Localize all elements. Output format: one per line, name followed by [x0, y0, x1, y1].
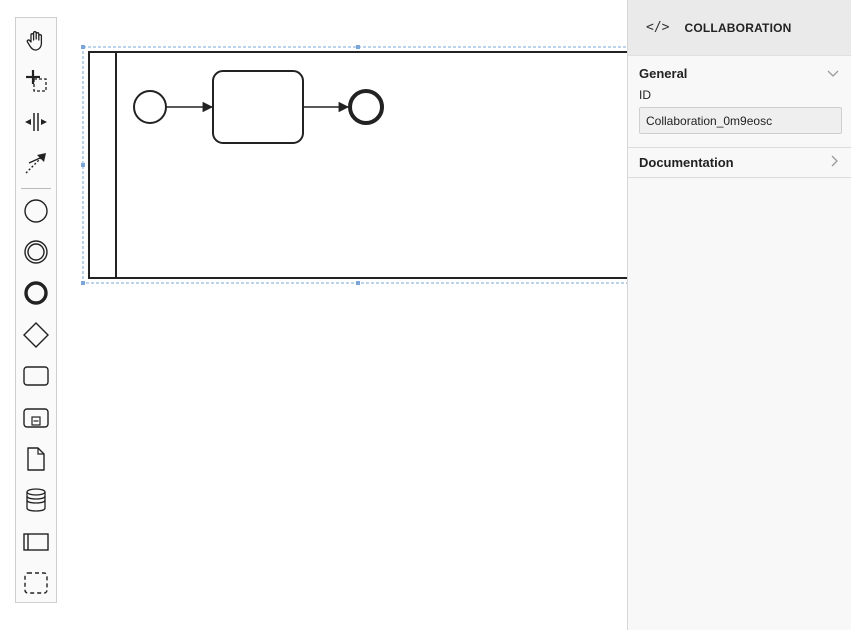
diagram-canvas[interactable] [0, 0, 628, 630]
element-type-label: COLLABORATION [684, 20, 792, 35]
bpmn-diagram [81, 45, 628, 285]
properties-header: </> COLLABORATION [628, 0, 851, 56]
lasso-tool-icon[interactable] [16, 63, 56, 99]
subprocess-icon[interactable] [16, 400, 56, 436]
global-connect-tool-icon[interactable] [16, 145, 56, 181]
end-event[interactable] [348, 89, 384, 125]
resize-handle[interactable] [356, 281, 360, 285]
hand-tool-icon[interactable] [16, 23, 56, 59]
group-general: General ID [628, 59, 851, 148]
resize-handle[interactable] [81, 163, 85, 167]
space-tool-icon[interactable] [16, 104, 56, 140]
id-input[interactable] [639, 107, 842, 134]
group-documentation: Documentation [628, 148, 851, 178]
resize-handle[interactable] [81, 281, 85, 285]
group-general-body: ID [628, 88, 851, 147]
participant-pool-icon[interactable] [16, 524, 56, 560]
task-icon[interactable] [16, 358, 56, 394]
group-documentation-header[interactable]: Documentation [628, 148, 851, 177]
data-object-icon[interactable] [16, 441, 56, 477]
task[interactable] [212, 70, 304, 144]
resize-handle[interactable] [81, 45, 85, 49]
group-title: General [639, 66, 688, 81]
chevron-down-icon [827, 67, 839, 81]
data-store-icon[interactable] [16, 482, 56, 518]
start-event[interactable] [133, 90, 167, 124]
gateway-icon[interactable] [16, 317, 56, 353]
end-event-icon[interactable] [16, 275, 56, 311]
tool-palette [15, 17, 57, 603]
group-general-header[interactable]: General [628, 59, 851, 88]
code-icon: </> [646, 20, 670, 35]
participant-pool[interactable] [88, 51, 628, 279]
palette-separator [21, 188, 51, 189]
properties-panel: </> COLLABORATION General ID Documentati… [627, 0, 851, 630]
start-event-icon[interactable] [16, 193, 56, 229]
chevron-right-icon [831, 155, 839, 170]
group-icon[interactable] [16, 565, 56, 601]
group-title: Documentation [639, 155, 734, 170]
intermediate-event-icon[interactable] [16, 234, 56, 270]
id-label: ID [639, 88, 651, 102]
resize-handle[interactable] [356, 45, 360, 49]
